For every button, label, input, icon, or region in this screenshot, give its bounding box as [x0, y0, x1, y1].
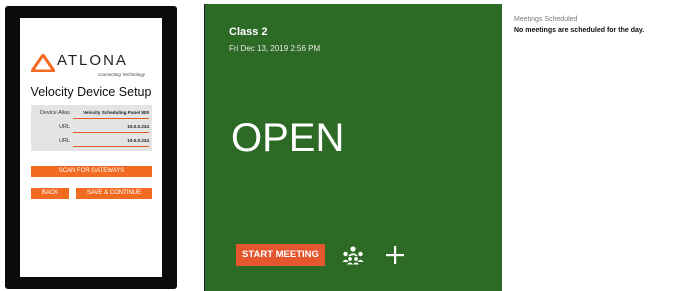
start-meeting-button[interactable]: START MEETING — [236, 244, 325, 266]
device-alias-row: Device Alias Velocity Scheduling Panel 8… — [31, 108, 152, 120]
device-alias-input[interactable]: Velocity Scheduling Panel 800 — [73, 108, 149, 119]
url-row-2: URL 10.0.0.234 — [31, 136, 152, 148]
room-status-panel: Class 2 Fri Dec 13, 2019 2:56 PM OPEN ST… — [205, 4, 502, 291]
scan-for-gateways-button[interactable]: SCAN FOR GATEWAYS — [31, 166, 152, 177]
url-label-2: URL — [58, 138, 70, 144]
brand-name: ATLONA — [57, 52, 128, 69]
url-row-1: URL 10.0.0.234 — [31, 122, 152, 134]
people-icon[interactable] — [341, 245, 365, 265]
schedule-panel: Meetings Scheduled No meetings are sched… — [502, 4, 691, 291]
setup-title: Velocity Device Setup — [30, 85, 152, 99]
url-input-1[interactable]: 10.0.0.234 — [73, 122, 149, 133]
setup-fields: Device Alias Velocity Scheduling Panel 8… — [31, 105, 152, 151]
no-meetings-message: No meetings are scheduled for the day. — [514, 27, 645, 34]
room-display: Class 2 Fri Dec 13, 2019 2:56 PM OPEN ST… — [204, 4, 691, 291]
room-datetime: Fri Dec 13, 2019 2:56 PM — [229, 44, 321, 53]
plus-icon[interactable] — [384, 244, 406, 266]
schedule-heading: Meetings Scheduled — [514, 16, 578, 23]
atlona-logo-icon — [31, 54, 55, 72]
device-alias-label: Device Alias — [40, 110, 70, 116]
url-input-2[interactable]: 10.0.0.234 — [73, 136, 149, 147]
save-continue-button[interactable]: SAVE & CONTINUE — [76, 188, 152, 199]
brand-logo: ATLONA Connecting Technology — [20, 52, 162, 80]
brand-tagline: Connecting Technology — [98, 72, 145, 77]
room-name: Class 2 — [229, 26, 268, 38]
tablet-device: ATLONA Connecting Technology Velocity De… — [5, 6, 177, 289]
room-status: OPEN — [231, 116, 345, 160]
back-button[interactable]: BACK — [31, 188, 69, 199]
url-label-1: URL — [58, 124, 70, 130]
setup-screen: ATLONA Connecting Technology Velocity De… — [20, 18, 162, 277]
